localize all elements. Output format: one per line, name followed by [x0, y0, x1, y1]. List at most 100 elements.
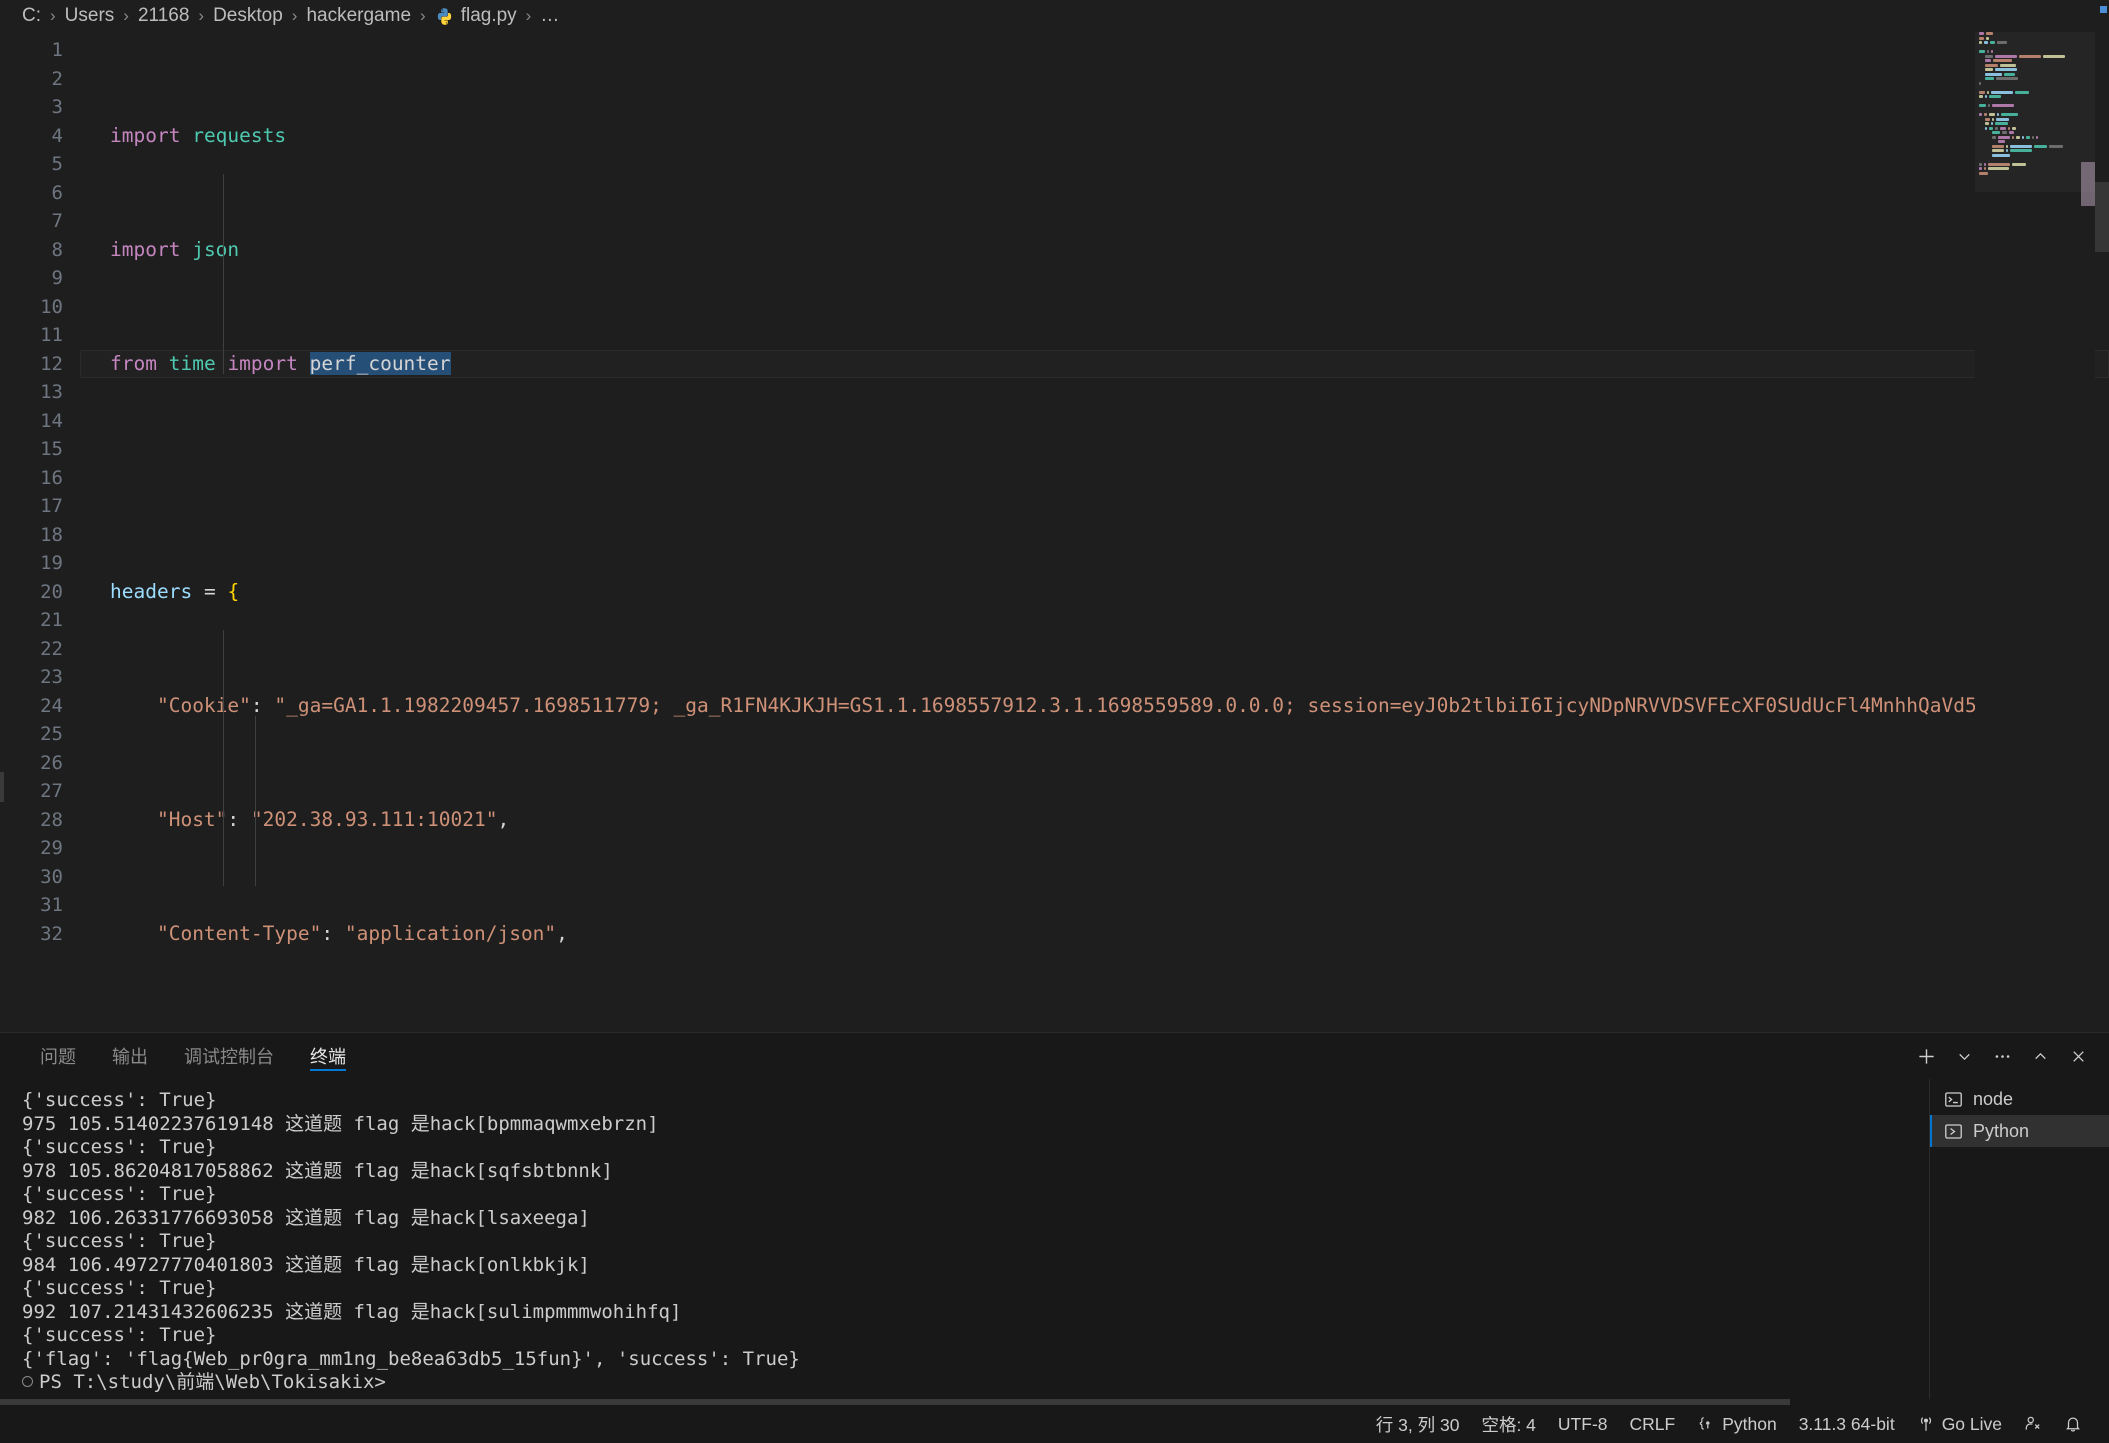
status-label: Python [1722, 1413, 1777, 1434]
prompt-status-icon [22, 1376, 33, 1387]
status-label: 行 3, 列 30 [1375, 1414, 1460, 1435]
breadcrumb-separator: › [291, 6, 298, 25]
panel-tab-output[interactable]: 输出 [94, 1033, 166, 1079]
terminal-output[interactable]: {'success': True} 975 105.51402237619148 … [0, 1079, 1929, 1399]
breadcrumb-separator: › [123, 6, 129, 25]
status-eol[interactable]: CRLF [1619, 1405, 1687, 1443]
status-bar: 行 3, 列 30 空格: 4 UTF-8 CRLF Python 3.11.3… [0, 1405, 2109, 1443]
panel-tab-terminal[interactable]: 终端 [292, 1033, 364, 1079]
status-label: 空格: 4 [1481, 1414, 1536, 1435]
line-number: 16 [40, 466, 63, 489]
terminal-prompt-text: PS T:\study\前端\Web\Tokisakix> [39, 1371, 386, 1393]
terminal-node-icon [1945, 1091, 1962, 1107]
panel-tab-problems[interactable]: 问题 [22, 1033, 94, 1079]
terminal-horizontal-scrollbar[interactable] [0, 1399, 2109, 1405]
panel-tab-label: 问题 [40, 1047, 76, 1067]
breadcrumb-item-hackergame[interactable]: hackergame [306, 5, 411, 27]
close-panel-icon[interactable] [2061, 1039, 2095, 1073]
indent-guide [223, 630, 224, 886]
line-number: 13 [40, 381, 63, 403]
terminal-line: {'success': True} [22, 1089, 217, 1111]
panel-body: {'success': True} 975 105.51402237619148 … [0, 6, 2109, 1399]
status-cursor-position[interactable]: 行 3, 列 30 [1365, 1405, 1471, 1443]
terminal-prompt[interactable]: PS T:\study\前端\Web\Tokisakix> [22, 1371, 1929, 1395]
broadcast-icon [1920, 1417, 1931, 1431]
editor-left-decoration [0, 32, 8, 1032]
line-number: 4 [51, 124, 63, 147]
panel-tab-debug-console[interactable]: 调试控制台 [166, 1033, 292, 1079]
breadcrumb-separator: › [525, 6, 532, 25]
line-number: 3 [51, 96, 63, 118]
breadcrumb-item-21168[interactable]: 21168 [138, 5, 189, 27]
more-actions-icon[interactable] [1985, 1039, 2019, 1073]
terminal-tab-label: Python [1973, 1120, 2030, 1141]
status-label: CRLF [1629, 1413, 1676, 1434]
minimap[interactable] [1975, 32, 2095, 1032]
braces-icon [1700, 1417, 1710, 1430]
status-label: 3.11.3 64-bit [1798, 1413, 1895, 1434]
breadcrumb-item-users[interactable]: Users [65, 5, 115, 27]
breadcrumb-item-drive[interactable]: C: [22, 5, 41, 27]
status-language-mode[interactable]: Python [1686, 1405, 1787, 1443]
code-line[interactable] [80, 464, 2109, 493]
terminal-line: {'success': True} [22, 1277, 217, 1299]
panel-tab-label: 输出 [112, 1047, 148, 1067]
indent-guide [255, 716, 256, 886]
chevron-down-icon[interactable] [1947, 1039, 1981, 1073]
terminal-tab-label: node [1973, 1088, 2014, 1109]
line-number: 9 [51, 267, 63, 289]
line-number: 17 [40, 495, 63, 517]
line-number: 18 [40, 523, 63, 546]
line-number: 10 [40, 295, 63, 318]
remote-icon [2025, 1416, 2040, 1430]
terminal-line: {'success': True} [22, 1183, 217, 1205]
status-go-live[interactable]: Go Live [1906, 1405, 2013, 1443]
code-line[interactable]: "Cookie": "_ga=GA1.1.1982209457.16985117… [80, 692, 2109, 721]
line-number: 20 [40, 580, 63, 603]
indent-guide [223, 174, 224, 374]
code-editor[interactable]: 1 2 3 4 5 6 7 8 9 10 11 12 13 14 15 16 17 18 19 20 21 22 23 24 2… [0, 32, 2109, 1032]
terminal-scrollbar[interactable] [2095, 0, 2109, 1443]
terminal-line: {'success': True} [22, 1324, 217, 1346]
terminal-tab-python[interactable]: Python [1930, 1115, 2109, 1147]
breadcrumb[interactable]: C: › Users › 21168 › Desktop › hackergam… [0, 0, 2109, 32]
panel-actions [1909, 1033, 2109, 1079]
code-content[interactable]: import requests import json from time im… [80, 32, 2109, 1032]
panel-header: 问题 输出 调试控制台 终端 [0, 1033, 2109, 1079]
code-line[interactable]: "Content-Type": "application/json", [80, 920, 2109, 949]
code-line[interactable]: import json [80, 236, 2109, 265]
terminal-line: {'flag': 'flag{Web_pr0gra_mm1ng_be8ea63d… [22, 1347, 800, 1370]
minimap-decoration [2081, 162, 2095, 206]
terminal-line: {'success': True} [22, 1136, 217, 1158]
breadcrumb-item-desktop[interactable]: Desktop [213, 5, 283, 27]
code-line[interactable]: "Host": "202.38.93.111:10021", [80, 806, 2109, 835]
breadcrumb-item-file[interactable]: flag.py [461, 5, 517, 27]
code-line[interactable]: import requests [80, 122, 2109, 151]
code-line-current[interactable]: from time import perf_counter [80, 349, 2109, 378]
status-python-interpreter[interactable]: 3.11.3 64-bit [1788, 1405, 1906, 1443]
status-notifications[interactable] [2053, 1405, 2093, 1443]
terminal-tabs-list: node Python [1929, 1079, 2109, 1399]
maximize-panel-icon[interactable] [2023, 1039, 2057, 1073]
line-number: 30 [40, 865, 63, 888]
line-number: 32 [40, 922, 63, 945]
status-encoding[interactable]: UTF-8 [1547, 1405, 1619, 1443]
breadcrumb-item-more[interactable]: … [540, 5, 559, 27]
python-icon [435, 7, 454, 26]
terminal-tab-node[interactable]: node [1930, 1083, 2109, 1115]
code-line[interactable]: headers = { [80, 578, 2109, 607]
line-number: 2 [51, 67, 63, 90]
terminal-line: 975 105.51402237619148 这道题 flag 是hack[bp… [22, 1112, 659, 1135]
terminal-line: 982 106.26331776693058 这道题 flag 是hack[ls… [22, 1206, 590, 1229]
line-number: 8 [51, 238, 63, 261]
status-indentation[interactable]: 空格: 4 [1470, 1405, 1546, 1443]
line-number: 5 [51, 153, 63, 175]
line-number: 6 [51, 181, 63, 204]
new-terminal-button[interactable] [1909, 1039, 1943, 1073]
line-number: 11 [40, 324, 63, 346]
line-number: 27 [40, 780, 63, 802]
status-label: Go Live [1941, 1413, 2002, 1434]
status-remote-window[interactable] [2013, 1405, 2053, 1443]
terminal-line: 984 106.49727770401803 这道题 flag 是hack[on… [22, 1253, 590, 1276]
breadcrumb-separator: › [420, 6, 426, 25]
